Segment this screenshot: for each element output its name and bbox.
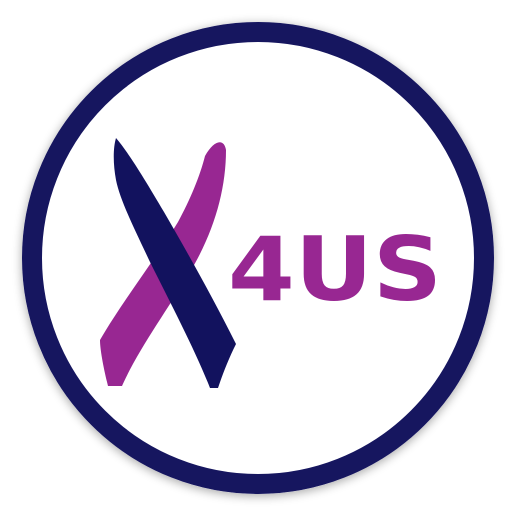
logo-badge: 4US xyxy=(0,0,512,512)
brand-wordmark: 4US xyxy=(228,218,442,321)
logo-graphic: 4US xyxy=(22,22,494,494)
